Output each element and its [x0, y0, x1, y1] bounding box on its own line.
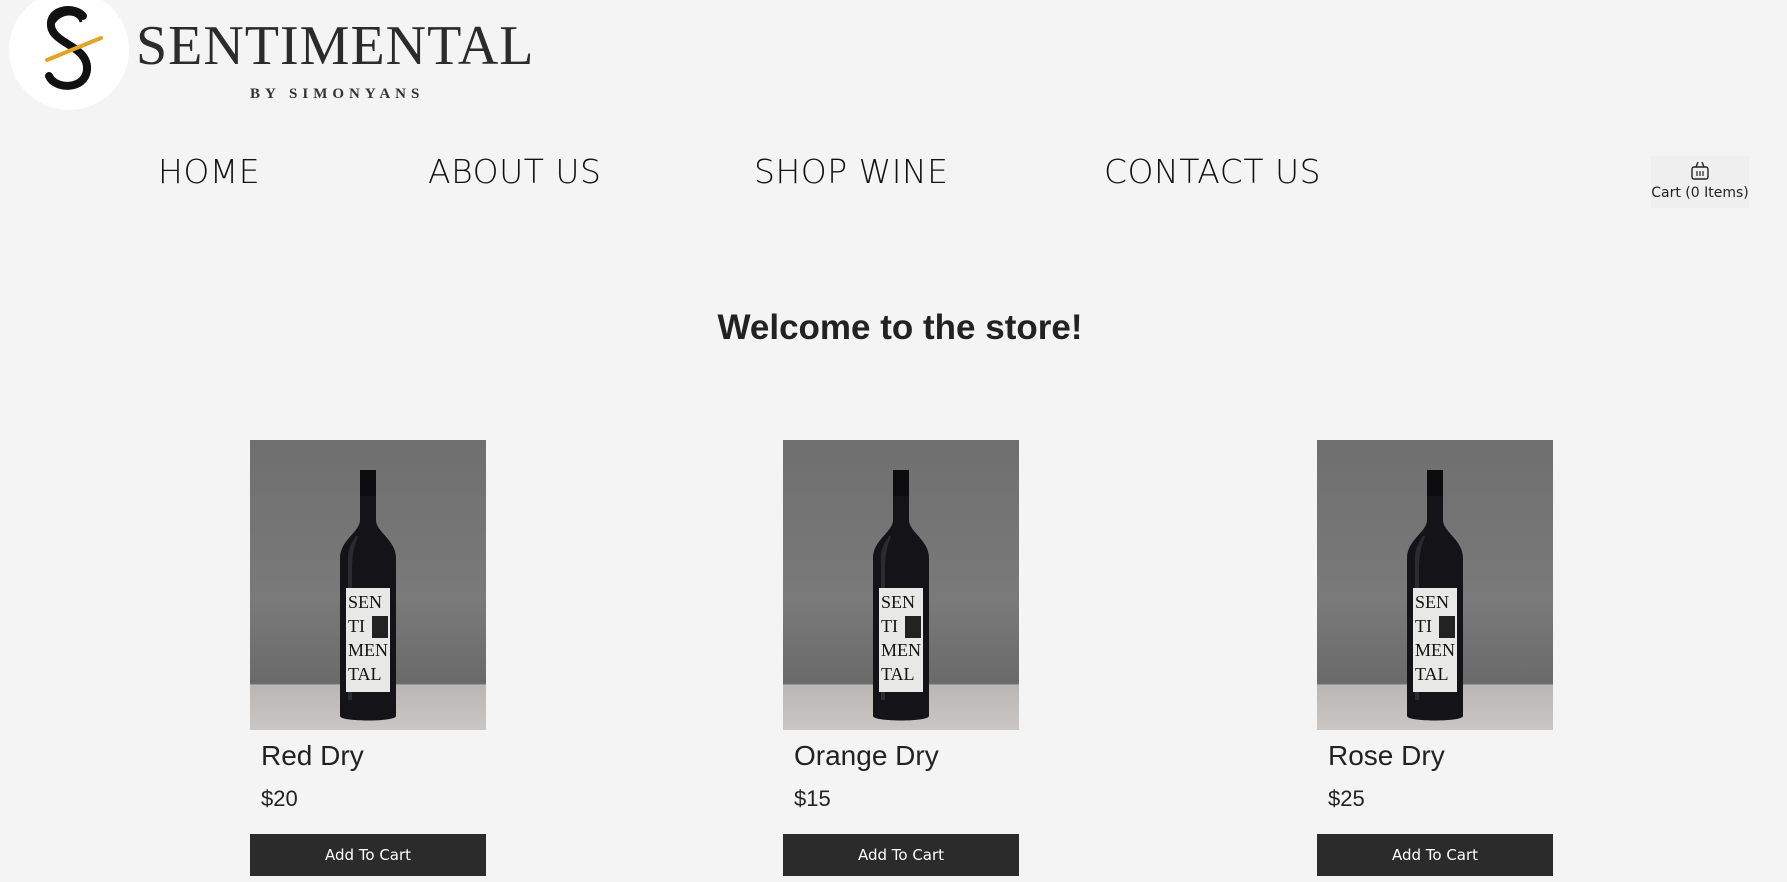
- svg-text:TI: TI: [1415, 616, 1432, 636]
- wine-bottle-icon: SEN TI MEN TAL: [1407, 470, 1463, 721]
- svg-text:SEN: SEN: [881, 592, 915, 612]
- page-title: Welcome to the store!: [717, 308, 1083, 347]
- wine-bottle-icon: SEN TI MEN TAL: [340, 470, 396, 721]
- svg-text:MEN: MEN: [881, 640, 921, 660]
- add-to-cart-button[interactable]: Add To Cart: [1317, 834, 1553, 876]
- s-monogram-logo-icon: [45, 6, 103, 90]
- svg-text:SEN: SEN: [1415, 592, 1449, 612]
- wine-bottle-icon: SEN TI MEN TAL: [873, 470, 929, 721]
- svg-text:MEN: MEN: [348, 640, 388, 660]
- logo[interactable]: [9, 0, 129, 110]
- nav-home[interactable]: HOME: [158, 152, 260, 191]
- nav-contact-us[interactable]: CONTACT US: [1104, 152, 1321, 191]
- nav-about-us[interactable]: ABOUT US: [428, 152, 601, 191]
- svg-text:TI: TI: [881, 616, 898, 636]
- wine-bottle-image[interactable]: SEN TI MEN TAL: [1317, 440, 1553, 730]
- svg-text:TAL: TAL: [348, 664, 382, 684]
- product-card: SEN TI MEN TAL Red Dry $20 Add To Cart: [250, 440, 486, 876]
- svg-text:TAL: TAL: [1415, 664, 1449, 684]
- product-card: SEN TI MEN TAL Orange Dry $15 Add To Car…: [783, 440, 1019, 876]
- product-price: $15: [794, 786, 831, 811]
- add-to-cart-button[interactable]: Add To Cart: [783, 834, 1019, 876]
- svg-text:TAL: TAL: [881, 664, 915, 684]
- brand-name: SENTIMENTAL: [136, 15, 535, 77]
- product-price: $25: [1328, 786, 1365, 811]
- product-card: SEN TI MEN TAL Rose Dry $25 Add To Cart: [1317, 440, 1553, 876]
- product-name[interactable]: Orange Dry: [794, 740, 1019, 772]
- nav-shop-wine[interactable]: SHOP WINE: [754, 152, 949, 191]
- svg-text:SEN: SEN: [348, 592, 382, 612]
- cart-label: Cart (0 Items): [1651, 185, 1749, 201]
- cart-button[interactable]: Cart (0 Items): [1651, 156, 1749, 208]
- product-name[interactable]: Rose Dry: [1328, 740, 1553, 772]
- wine-bottle-image[interactable]: SEN TI MEN TAL: [250, 440, 486, 730]
- add-to-cart-button[interactable]: Add To Cart: [250, 834, 486, 876]
- wine-bottle-image[interactable]: SEN TI MEN TAL: [783, 440, 1019, 730]
- product-price: $20: [261, 786, 298, 811]
- svg-text:TI: TI: [348, 616, 365, 636]
- svg-text:MEN: MEN: [1415, 640, 1455, 660]
- basket-icon: [1691, 161, 1709, 180]
- brand-tagline: BY SIMONYANS: [250, 86, 425, 102]
- product-name[interactable]: Red Dry: [261, 740, 486, 772]
